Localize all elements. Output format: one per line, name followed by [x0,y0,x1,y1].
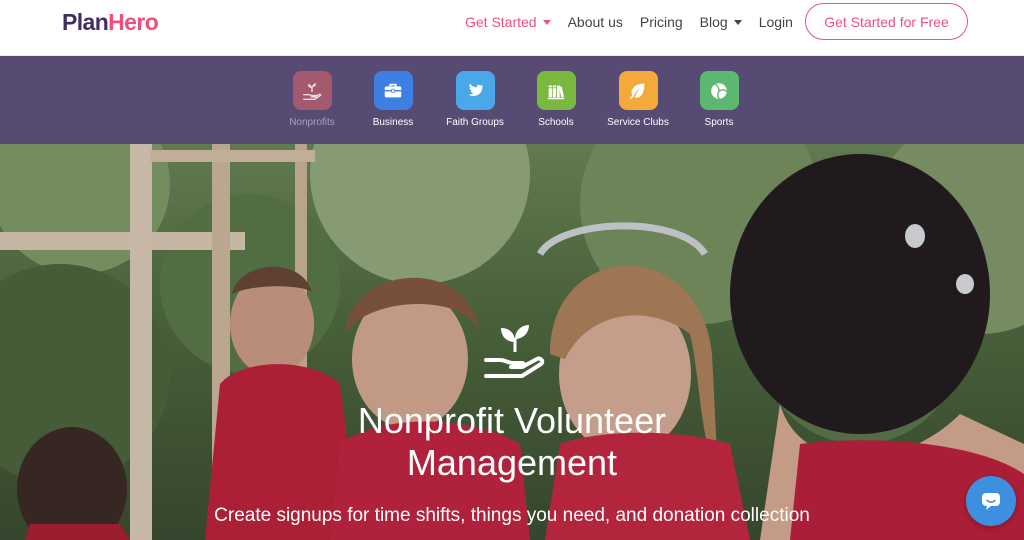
category-label: Service Clubs [607,117,669,128]
hero-title-line1: Nonprofit Volunteer [357,400,667,441]
planhero-logo[interactable]: PlanHero [62,8,159,36]
bird-icon [468,83,484,96]
nav-get-started-label: Get Started [465,14,537,30]
category-tile [618,71,658,110]
chat-widget-button[interactable] [966,476,1016,526]
category-tile [699,71,739,110]
nav-login[interactable]: Login [759,14,793,30]
category-label: Business [372,117,414,128]
volleyball-icon [711,82,728,99]
category-tile [292,71,332,110]
category-tile [373,71,413,110]
nav-about-us-label: About us [567,14,623,30]
hero-subtitle: Create signups for time shifts, things y… [214,505,810,526]
logo-text-plan: Plan [62,9,109,35]
category-sports[interactable]: Sports [679,71,759,128]
hero-title-line2: Management [406,442,618,483]
nav-login-label: Login [758,14,793,30]
hand-sprout-icon [484,325,545,378]
category-schools[interactable]: Schools [516,71,596,128]
hand-sprout-icon [303,82,322,100]
hero-title: Nonprofit Volunteer Management [262,400,762,484]
nav-pricing-label: Pricing [639,14,683,30]
main-nav: Get Started About us Pricing Blog Login [465,13,810,31]
nav-pricing[interactable]: Pricing [640,14,683,30]
nav-get-started[interactable]: Get Started [465,14,551,30]
category-label: Sports [704,117,734,128]
category-tile [536,71,576,110]
category-label: Schools [538,117,574,128]
logo-text-hero: Hero [108,9,159,35]
books-icon [547,85,565,99]
hero-section: Nonprofit Volunteer Management Create si… [0,144,1024,540]
category-bar: Nonprofits Business Faith Groups Schools… [0,56,1024,144]
category-label: Faith Groups [446,117,504,128]
nav-blog[interactable]: Blog [700,14,742,30]
get-started-free-button[interactable]: Get Started for Free [805,3,968,40]
nav-about-us[interactable]: About us [568,14,623,30]
category-faith-groups[interactable]: Faith Groups [435,71,515,128]
get-started-free-label: Get Started for Free [824,13,949,30]
nav-blog-label: Blog [699,14,728,30]
leaf-icon [629,83,645,99]
category-business[interactable]: Business [353,71,433,128]
site-header: PlanHero Get Started About us Pricing Bl… [0,0,1024,56]
category-label: Nonprofits [289,117,335,128]
chevron-down-icon [733,19,742,25]
category-tile [455,71,495,110]
chat-icon [982,493,1000,510]
briefcase-icon [384,83,402,97]
category-service-clubs[interactable]: Service Clubs [598,71,678,128]
chevron-down-icon [542,19,551,25]
category-nonprofits[interactable]: Nonprofits [272,71,352,128]
